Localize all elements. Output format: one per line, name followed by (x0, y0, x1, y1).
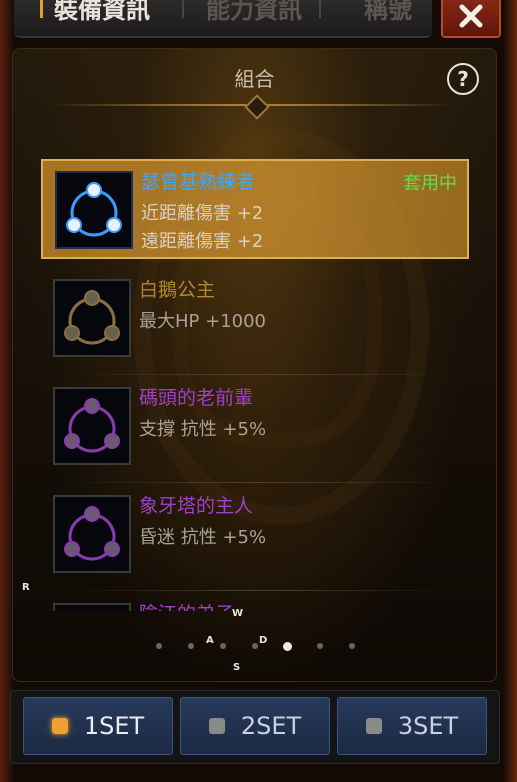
tab-separator (319, 0, 321, 18)
row-divider (61, 482, 461, 483)
close-button[interactable] (441, 0, 501, 38)
row-divider (61, 590, 461, 591)
page-dot[interactable] (252, 643, 258, 649)
tab-separator (182, 0, 184, 18)
set-row[interactable]: 瑟曾基熟練者 近距離傷害 +2 遠距離傷害 +2 套用中 (41, 159, 469, 259)
set-icon-box (53, 603, 131, 611)
title-ornament (244, 94, 270, 120)
set-list: 瑟曾基熟練者 近距離傷害 +2 遠距離傷害 +2 套用中 白鵝公主 最大HP +… (41, 159, 469, 611)
set-icon-box (53, 279, 131, 357)
set-2-button[interactable]: 2SET (180, 697, 330, 755)
set-triad-icon (66, 182, 122, 237)
set-triad-icon (64, 506, 120, 561)
set-row[interactable]: 象牙塔的主人 昏迷 抗性 +5% (41, 485, 469, 591)
set-triad-icon (55, 605, 129, 611)
page-dot[interactable] (349, 643, 355, 649)
key-hint-s: S (233, 662, 241, 673)
set-row[interactable]: 碼頭的老前輩 支撐 抗性 +5% (41, 377, 469, 483)
set-selector-bar: 1SET 2SET 3SET (10, 690, 500, 764)
key-hint-r: R (22, 582, 30, 593)
set-1-button[interactable]: 1SET (23, 697, 173, 755)
set-name: 碼頭的老前輩 (139, 387, 254, 409)
set-name: 象牙塔的主人 (139, 495, 254, 517)
key-hint-a: A (206, 635, 214, 646)
page-dot[interactable] (156, 643, 162, 649)
set-indicator-icon (51, 718, 68, 734)
set-icon-box (55, 171, 133, 249)
tab-ability-info[interactable]: 能力資訊 (206, 0, 302, 25)
active-tab-indicator (40, 0, 43, 18)
page-dot[interactable] (188, 643, 194, 649)
set-icon-box (53, 387, 131, 465)
set-stat: 支撐 抗性 +5% (139, 419, 267, 440)
set-name: 險江的弟子 (139, 599, 234, 611)
set-panel: 組合 ? 瑟曾基熟練者 近距離傷害 +2 遠距離傷害 +2 套用中 白鵝公主 最… (12, 48, 497, 682)
set-name: 瑟曾基熟練者 (141, 171, 256, 193)
set-button-label: 2SET (240, 712, 302, 740)
set-row[interactable]: 白鵝公主 最大HP +1000 (41, 269, 469, 375)
page-indicator (13, 642, 496, 653)
set-stat: 最大HP +1000 (139, 311, 267, 332)
set-stat: 近距離傷害 +2 (141, 203, 264, 224)
panel-title: 組合 (234, 67, 275, 91)
close-icon (459, 4, 483, 28)
set-button-label: 1SET (83, 712, 145, 740)
page-dot[interactable] (317, 643, 323, 649)
set-icon-box (53, 495, 131, 573)
set-row[interactable]: 險江的弟子 (41, 593, 469, 611)
row-divider (61, 374, 461, 375)
set-indicator-icon (208, 718, 225, 734)
page-dot[interactable] (220, 643, 226, 649)
set-name: 白鵝公主 (139, 279, 216, 301)
set-triad-icon (64, 290, 120, 345)
set-3-button[interactable]: 3SET (337, 697, 487, 755)
tab-title[interactable]: 稱號 (364, 0, 412, 25)
set-stat: 遠距離傷害 +2 (141, 231, 264, 252)
set-triad-icon (64, 398, 120, 453)
set-stat: 昏迷 抗性 +5% (139, 527, 267, 548)
set-button-label: 3SET (397, 712, 459, 740)
set-indicator-icon (365, 718, 382, 734)
tab-bar: 裝備資訊 能力資訊 稱號 (14, 0, 432, 38)
applied-status: 套用中 (403, 173, 457, 194)
tab-equipment-info[interactable]: 裝備資訊 (54, 0, 150, 25)
key-hint-d: D (259, 635, 268, 646)
key-hint-w: W (232, 608, 244, 619)
page-dot-active[interactable] (283, 642, 292, 651)
help-button[interactable]: ? (447, 63, 479, 95)
